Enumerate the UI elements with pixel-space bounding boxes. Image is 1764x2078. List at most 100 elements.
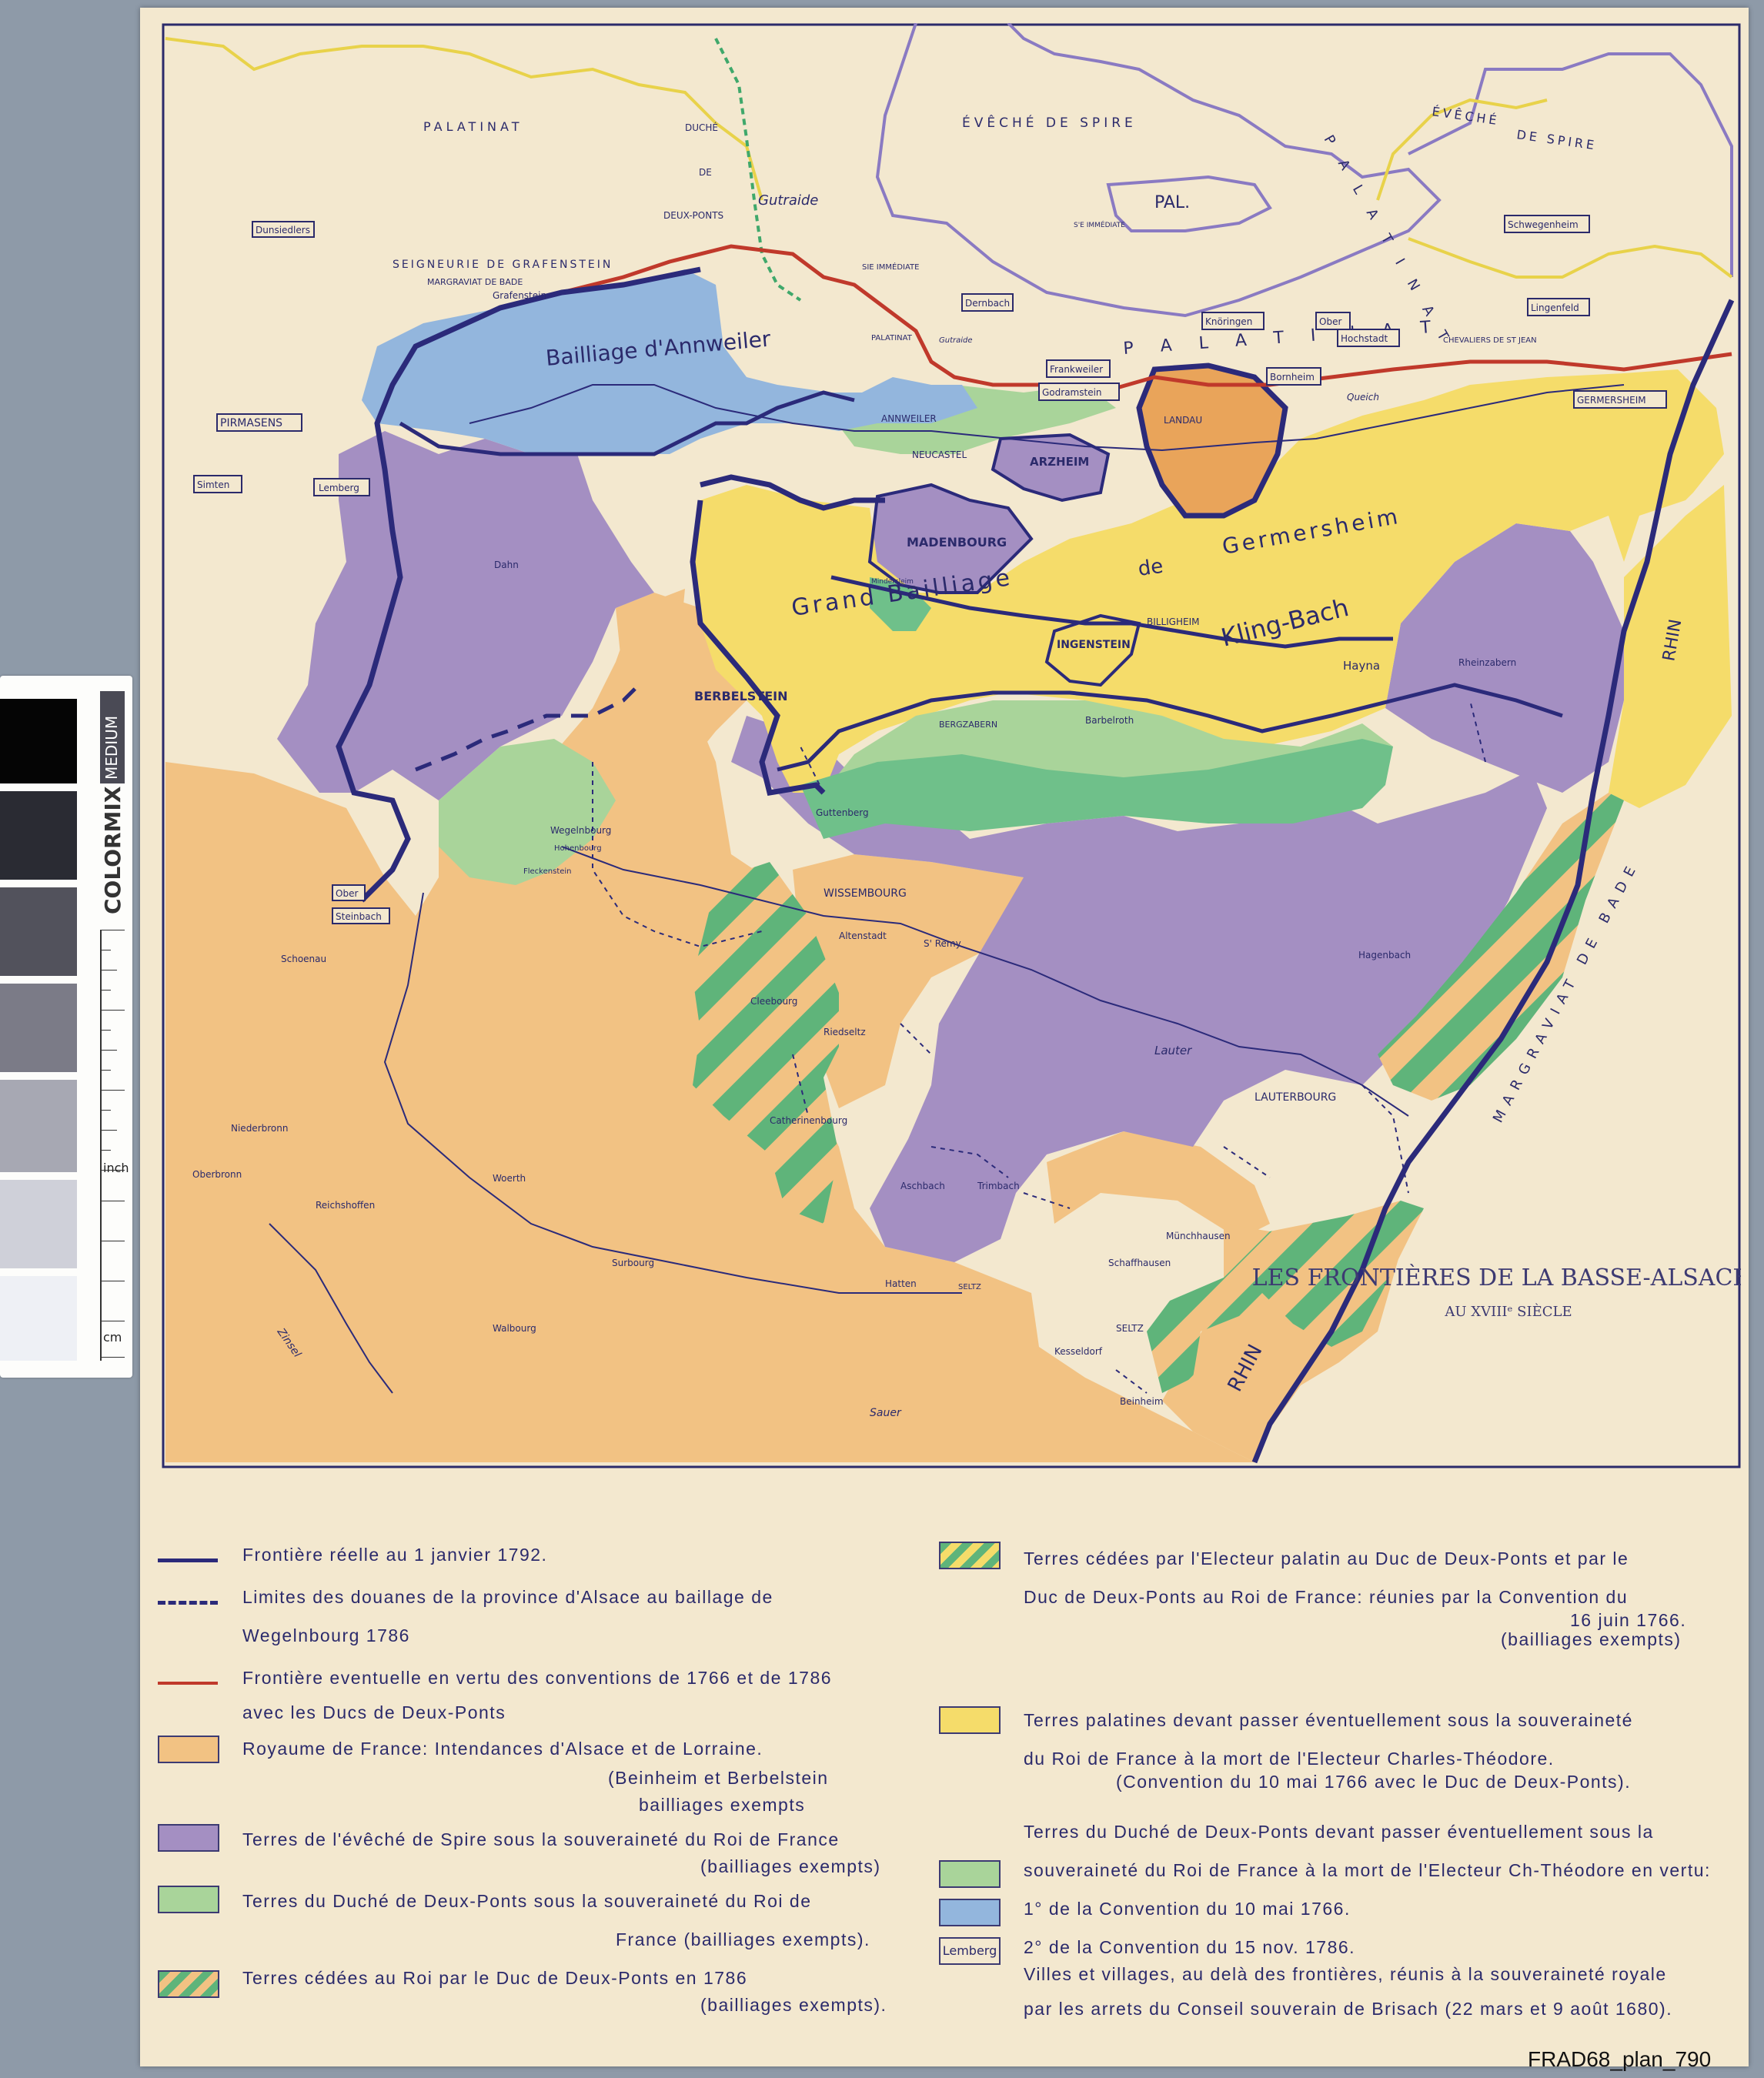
place-madenbourg: MADENBOURG [907,535,1007,550]
swatch-black [0,699,77,783]
legend-swatch-palatine [939,1706,1001,1734]
place-bergzabern: BERGZABERN [939,720,997,730]
place-rheinzabern: Rheinzabern [1458,657,1516,668]
boxed-ober-2: Ober [336,888,358,899]
legend-swatch-ceded-1786 [158,1970,219,1998]
legend-text-11: 1° de la Convention du 10 mai 1766. [1024,1899,1351,1919]
swatch-light-gray [0,1180,77,1268]
place-guttenberg: Guttenberg [816,807,869,818]
legend-text-13b: par les arrets du Conseil souverain de B… [1024,1999,1673,2019]
place-grafenstein: Grafenstein [493,290,546,301]
place-schaffhausen: Schaffhausen [1108,1258,1171,1268]
legend-text-3b: avec les Ducs de Deux-Ponts [242,1702,506,1722]
legend-symbol-eventual-frontier [158,1682,218,1685]
legend-text-10b: souveraineté du Roi de France à la mort … [1024,1860,1711,1880]
label-imediate2: S'E IMMÉDIATE [1074,220,1125,229]
legend-text-5b: (bailliages exempts) [700,1856,881,1876]
boxed-dunsbach: Dunsiedlers [256,225,310,236]
legend-text-2b: Wegelnbourg 1786 [242,1625,410,1645]
label-sauer-river: Sauer [870,1407,902,1419]
legend-symbol-customs-limit [158,1601,218,1605]
label-de-germersheim: de [1137,555,1164,581]
legend-swatch-spire [158,1824,219,1852]
legend-swatch-reunited-box: Lemberg [939,1937,1001,1965]
place-hohenbourg: Hohenbourg [554,844,602,853]
place-beinheim: Beinheim [1120,1396,1164,1407]
legend-swatch-deux-ponts [158,1886,219,1913]
place-lauterbourg: LAUTERBOURG [1255,1091,1336,1104]
place-woerth: Woerth [493,1173,526,1184]
legend-symbol-real-frontier [158,1558,218,1562]
legend-swatch-ceded-1766 [939,1542,1001,1569]
colormix-logo: MEDIUM COLORMIX [100,691,125,914]
place-kesseldorf: Kesseldorf [1054,1346,1103,1357]
color-calibration-bar: MEDIUM COLORMIX inch cm [0,676,132,1378]
place-catherinenbourg: Catherinenbourg [770,1115,847,1126]
legend-text-9c: (Convention du 10 mai 1766 avec le Duc d… [1116,1772,1632,1792]
place-reichshoffen: Reichshoffen [316,1200,375,1211]
place-arzheim: ARZHEIM [1030,455,1089,469]
place-cleebourg: Cleebourg [750,996,797,1007]
label-imediate: SIE IMMÉDIATE [862,262,919,272]
boxed-schwegenheim: Schwegenheim [1508,219,1579,230]
label-gutraide: Gutraide [758,192,818,209]
legend-text-8a: Terres cédées par l'Electeur palatin au … [1024,1548,1629,1569]
place-riedselz: Riedseltz [824,1027,866,1037]
swatch-gray-3 [0,1080,77,1172]
place-niederbronn: Niederbronn [231,1123,288,1134]
label-deux-ponts: DEUX-PONTS [663,210,723,221]
place-annweiler: ANNWEILER [881,413,937,424]
boxed-steinbach: Steinbach [336,911,382,922]
legend-swatch-deux-ponts-1766 [939,1860,1001,1888]
place-wegelnbourg: Wegelnbourg [550,825,611,836]
legend-text-6b: France (bailliages exempts). [616,1929,870,1949]
svg-text:COLORMIX: COLORMIX [100,786,125,914]
place-ingenstein: INGENSTEIN [1057,639,1131,651]
ruler: inch cm [100,930,131,1361]
swatch-white [0,1276,77,1361]
boxed-lingenfeld: Lingenfeld [1531,302,1579,313]
map-canvas: LES FRONTIÈRES DE LA BASSE-ALSACE AU XVI… [162,23,1741,1468]
boxed-frankweiler: Frankweiler [1050,364,1103,375]
label-eveche-spire: ÉVÊCHÉ DE SPIRE [962,114,1137,131]
place-munchhausen: Münchhausen [1166,1231,1231,1241]
legend-text-6a: Terres du Duché de Deux-Ponts sous la so… [242,1891,812,1911]
legend-text-3a: Frontière eventuelle en vertu des conven… [242,1668,833,1688]
legend-text-1: Frontière réelle au 1 janvier 1792. [242,1545,548,1565]
place-schoenau: Schoenau [281,954,326,964]
swatch-gray-2 [0,984,77,1072]
label-chevaliers: CHEVALIERS DE ST JEAN [1443,336,1537,345]
place-landau: LANDAU [1164,415,1202,426]
place-hatten: Hatten [885,1278,917,1289]
place-fleckenstein: Fleckenstein [523,867,572,876]
boxed-bornheim: Bornheim [1270,372,1315,383]
place-barbelroth: Barbelroth [1085,715,1134,726]
label-margraviat-bade-n: MARGRAVIAT DE BADE [427,277,523,287]
label-de: DE [699,167,712,178]
place-aschbach: Aschbach [900,1181,945,1191]
legend-text-7b: (bailliages exempts). [700,1995,887,2015]
place-hayna: Hayna [1343,659,1380,673]
place-trimbach: Trimbach [977,1181,1020,1191]
archive-code: FRAD68_plan_790 [1528,2047,1712,2071]
boxed-lemberg: Lemberg [319,483,359,493]
legend-swatch-france [158,1736,219,1763]
place-berbelstein: BERBELSTEIN [694,689,787,703]
label-pal: PAL. [1154,193,1190,212]
place-wissembourg: WISSEMBOURG [824,887,907,900]
place-walbourg: Walbourg [493,1323,536,1334]
map-subtitle: AU XVIIIᵉ SIÈCLE [1444,1302,1572,1320]
label-lauter-river: Lauter [1154,1044,1192,1057]
place-st-remy: S' Remy [924,938,961,949]
place-dahn: Dahn [494,560,519,570]
map-frame: LES FRONTIÈRES DE LA BASSE-ALSACE AU XVI… [162,23,1741,1468]
legend-text-8d: (bailliages exempts) [1501,1629,1682,1649]
place-altenstadt: Altenstadt [839,930,887,941]
boxed-dernbach: Dernbach [965,298,1010,309]
label-palatinat-nw: PALATINAT [423,119,523,134]
boxed-godramstein: Godramstein [1042,387,1102,398]
legend-text-2a: Limites des douanes de la province d'Als… [242,1587,773,1607]
place-mindersheim: Mindersleim [871,578,914,586]
boxed-pirmasens: PIRMASENS [220,417,282,429]
ruler-inch-label: inch [103,1161,129,1175]
